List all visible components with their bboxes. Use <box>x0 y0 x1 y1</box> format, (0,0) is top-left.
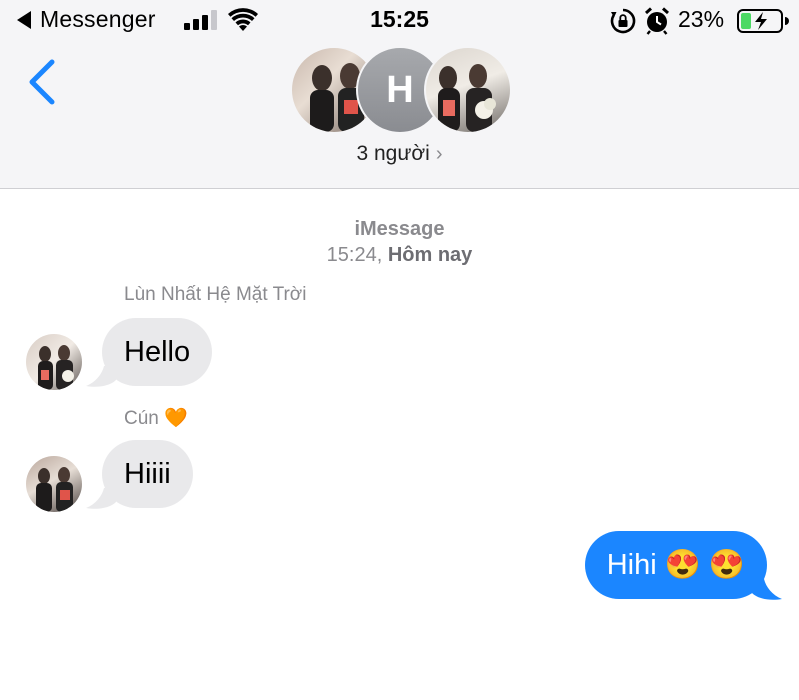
outgoing-message-bubble[interactable]: Hihi 😍 😍 <box>584 531 767 599</box>
back-button[interactable] <box>24 58 60 106</box>
sender-avatar[interactable] <box>26 456 82 512</box>
rotation-lock-icon <box>610 8 636 34</box>
bubble-tail <box>86 488 116 509</box>
service-label: iMessage <box>354 218 445 240</box>
chevron-left-icon <box>29 59 55 105</box>
group-avatars[interactable]: H <box>290 46 512 134</box>
sender-name: Lùn Nhất Hệ Mặt Trời <box>124 284 307 305</box>
chevron-right-icon: › <box>435 143 443 165</box>
sender-name: Cún 🧡 <box>124 408 188 429</box>
participant-avatar-photo <box>424 46 512 134</box>
timestamp-time: 15:24, <box>326 244 388 266</box>
avatar-initial: H <box>386 68 414 111</box>
chat-header: Messenger 15:25 23% H 3 người › <box>0 0 799 189</box>
battery-percent: 23% <box>678 6 725 32</box>
participant-count: 3 người <box>356 142 430 165</box>
timestamp-day: Hôm nay <box>387 244 473 266</box>
alarm-clock-icon <box>644 7 670 35</box>
bubble-tail <box>752 579 782 600</box>
bubble-tail <box>86 366 116 387</box>
incoming-message-bubble[interactable]: Hello <box>102 318 213 386</box>
status-bar: Messenger 15:25 23% <box>0 0 799 44</box>
battery-charging-icon <box>737 9 789 33</box>
message-timestamp: 15:24, Hôm nay <box>0 244 799 267</box>
sender-avatar[interactable] <box>26 334 82 390</box>
group-participants-button[interactable]: 3 người › <box>0 142 799 166</box>
